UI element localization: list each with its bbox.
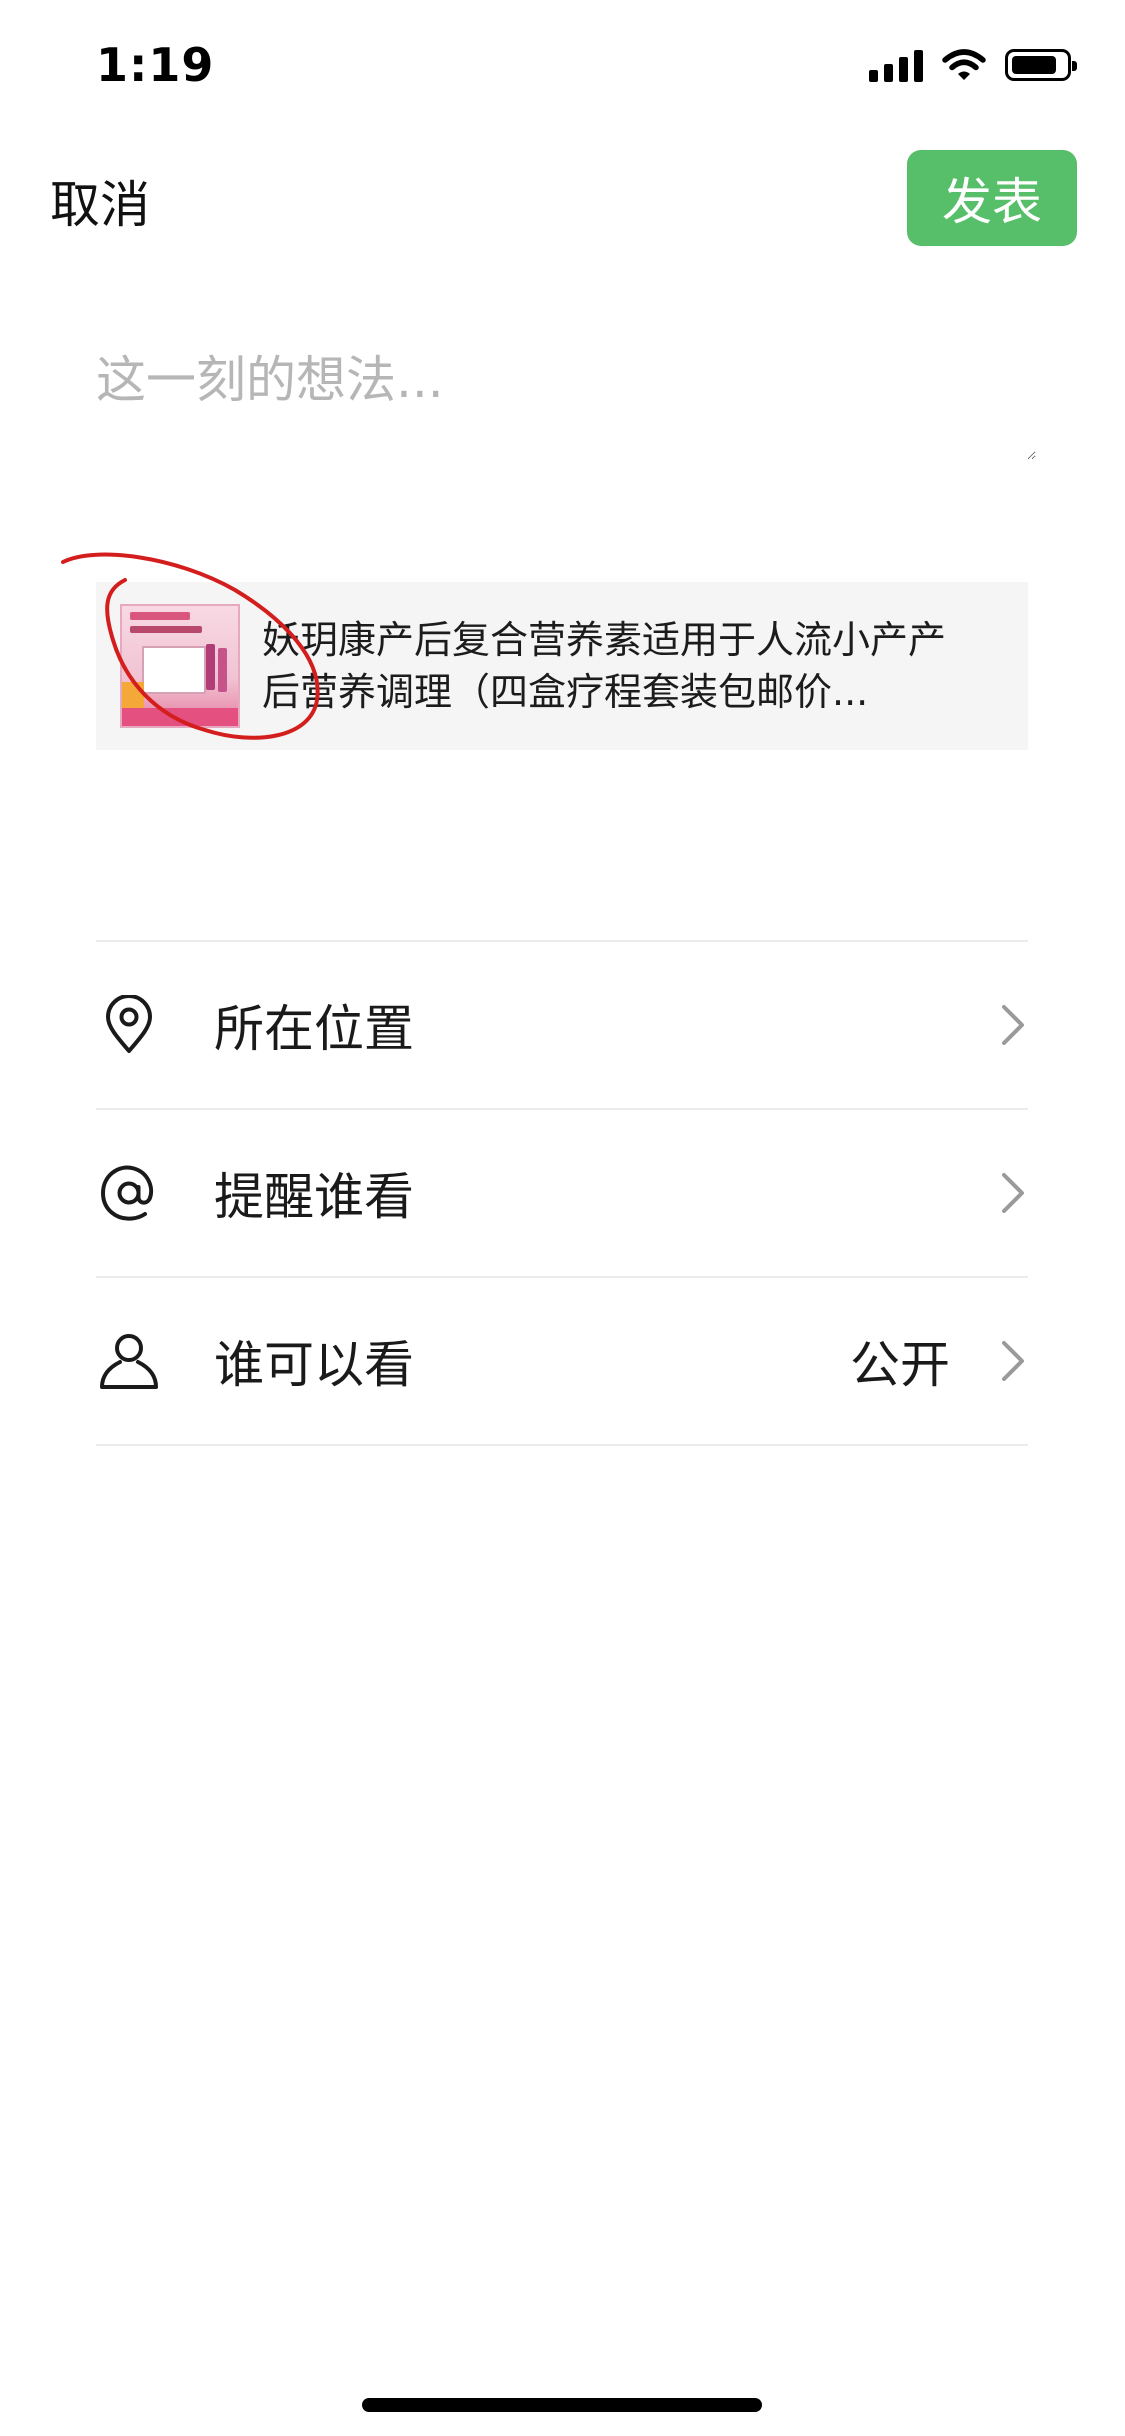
location-label: 所在位置	[214, 1000, 414, 1058]
visibility-value: 公开	[850, 1336, 950, 1394]
battery-icon	[1005, 49, 1077, 81]
chevron-right-icon	[1002, 1005, 1024, 1045]
signal-icon	[869, 48, 923, 82]
thought-input[interactable]	[96, 340, 1036, 460]
visibility-row[interactable]: 谁可以看 公开	[96, 1278, 1028, 1444]
visibility-label: 谁可以看	[214, 1336, 414, 1394]
person-icon	[96, 1328, 162, 1394]
divider	[96, 1444, 1028, 1446]
status-time: 1:19	[96, 38, 215, 92]
product-thumbnail	[120, 604, 240, 728]
location-row[interactable]: 所在位置	[96, 942, 1028, 1108]
shared-link-card[interactable]: 妖玥康产后复合营养素适用于人流小产产后营养调理（四盒疗程套装包邮价...	[96, 582, 1028, 750]
shared-link-title: 妖玥康产后复合营养素适用于人流小产产后营养调理（四盒疗程套装包邮价...	[262, 618, 947, 714]
status-icons	[869, 48, 1077, 82]
chevron-right-icon	[1002, 1173, 1024, 1213]
mention-row[interactable]: 提醒谁看	[96, 1110, 1028, 1276]
location-pin-icon	[96, 992, 162, 1058]
chevron-right-icon	[1002, 1341, 1024, 1381]
cancel-button[interactable]: 取消	[50, 165, 150, 237]
at-sign-icon	[96, 1160, 162, 1226]
mention-label: 提醒谁看	[214, 1168, 414, 1226]
publish-button[interactable]: 发表	[907, 150, 1077, 246]
wifi-icon	[942, 49, 986, 80]
home-indicator[interactable]	[362, 2398, 762, 2412]
